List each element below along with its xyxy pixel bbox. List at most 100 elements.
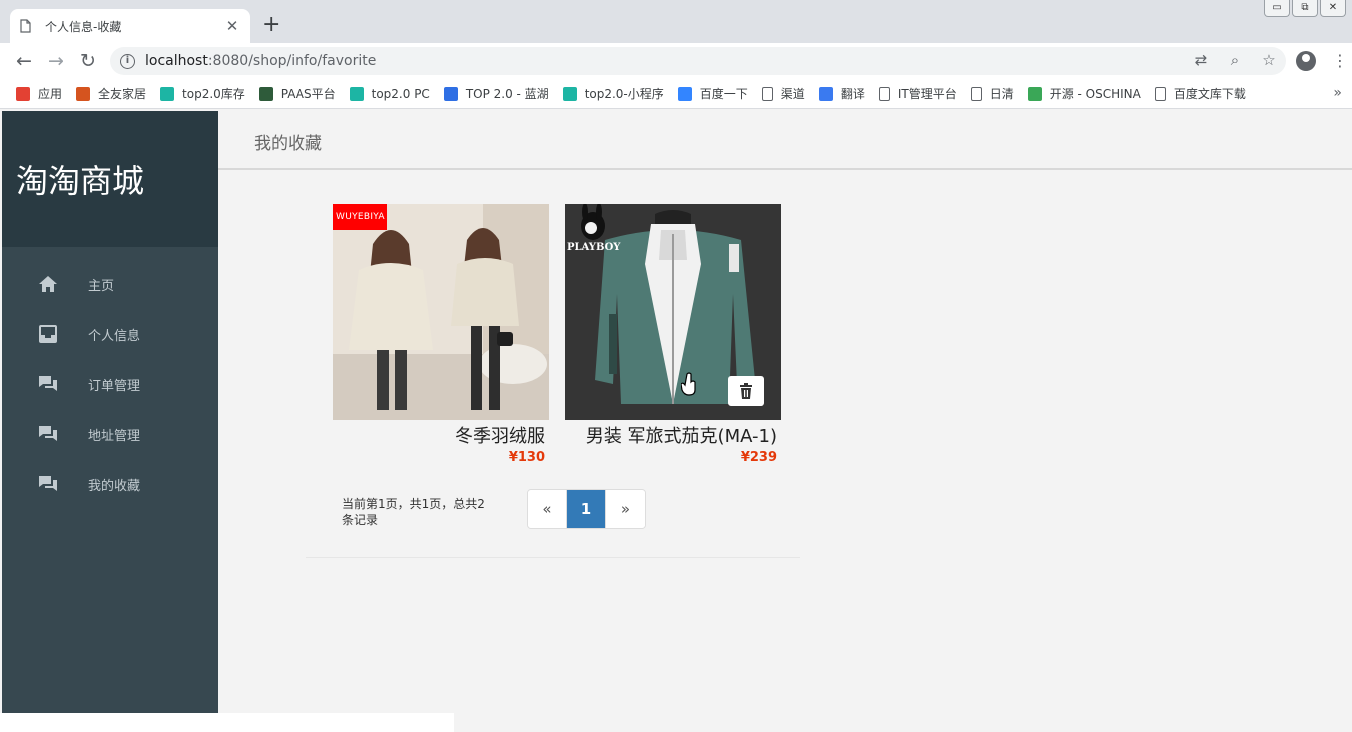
- product-image[interactable]: PLAYBOY: [565, 204, 781, 420]
- page-icon: [1154, 86, 1166, 101]
- star-icon[interactable]: ☆: [1260, 51, 1278, 69]
- bookmark-label: top2.0-小程序: [584, 87, 664, 101]
- minimize-button[interactable]: ▭: [1264, 0, 1290, 17]
- sidebar-menu: 主页 个人信息 订单管理 地址管理 我的收藏: [2, 247, 218, 509]
- bookmark-label: top2.0 PC: [371, 86, 430, 101]
- sidebar-item-home[interactable]: 主页: [2, 259, 218, 309]
- quanyou-icon: [76, 86, 91, 101]
- bookmarks-bar: 应用 全友家居 top2.0库存 PAAS平台 top2.0 PC TOP 2.0 - 蓝…: [0, 79, 1352, 109]
- sidebar-item-label: 地址管理: [88, 428, 141, 444]
- bookmark-item[interactable]: 全友家居: [76, 85, 146, 102]
- chat-icon: [39, 376, 57, 391]
- product-name[interactable]: 冬季羽绒服: [333, 422, 549, 448]
- baidu-icon: [677, 86, 692, 101]
- page-icon: [761, 86, 773, 101]
- page-title: 我的收藏: [254, 134, 322, 154]
- sidebar-item-orders[interactable]: 订单管理: [2, 359, 218, 409]
- paas-icon: [258, 86, 273, 101]
- bookmark-label: PAAS平台: [280, 87, 336, 101]
- delete-favorite-button[interactable]: [728, 376, 764, 406]
- bookmark-item[interactable]: 应用: [16, 85, 62, 102]
- sidebar-item-favorites[interactable]: 我的收藏: [2, 459, 218, 509]
- bookmark-label: IT管理平台: [897, 87, 957, 101]
- bookmark-item[interactable]: 渠道: [761, 85, 805, 102]
- bookmark-label: top2.0库存: [182, 87, 245, 101]
- zoom-icon[interactable]: ⌕: [1226, 51, 1244, 69]
- bookmark-label: 百度文库下载: [1173, 87, 1246, 101]
- close-window-button[interactable]: ✕: [1320, 0, 1346, 17]
- page-icon: [878, 86, 890, 101]
- translate-icon: [818, 86, 833, 101]
- bookmark-label: 全友家居: [98, 87, 147, 101]
- info-icon[interactable]: i: [120, 53, 135, 69]
- page-icon: [20, 19, 31, 33]
- sidebar-item-label: 主页: [88, 278, 115, 294]
- brand: 淘淘商城: [2, 111, 218, 247]
- product-brand-mark: PLAYBOY: [567, 242, 621, 253]
- oschina-icon: [1027, 86, 1042, 101]
- profile-avatar-icon[interactable]: [1296, 51, 1316, 71]
- chat-icon: [39, 476, 57, 491]
- browser-toolbar: ← → ↻ i localhost:8080/shop/info/favorit…: [0, 43, 1352, 79]
- trash-icon: [740, 383, 752, 399]
- content-divider: [306, 557, 800, 558]
- sidebar: 淘淘商城 主页 个人信息 订单管理 地址管理 我的收藏: [2, 111, 218, 713]
- product-card[interactable]: WUYEBIYA 冬季羽绒服 ¥130: [333, 204, 549, 465]
- apps-icon: [16, 86, 30, 101]
- url-host: localhost: [145, 53, 208, 69]
- browser-tab[interactable]: 个人信息-收藏 ✕: [10, 9, 250, 43]
- address-bar[interactable]: i localhost:8080/shop/info/favorite ⇄ ⌕ …: [110, 47, 1286, 75]
- lanhu-icon: [443, 86, 458, 101]
- sidebar-item-label: 订单管理: [88, 378, 141, 394]
- url-path: :8080/shop/info/favorite: [207, 53, 377, 69]
- bookmark-item[interactable]: IT管理平台: [878, 85, 957, 102]
- pagination-next[interactable]: »: [606, 490, 645, 528]
- bookmark-item[interactable]: top2.0-小程序: [562, 85, 664, 102]
- bookmark-item[interactable]: 日清: [970, 85, 1014, 102]
- bookmark-item[interactable]: 开源 - OSCHINA: [1027, 85, 1141, 102]
- product-badge: WUYEBIYA: [336, 212, 385, 222]
- new-tab-button[interactable]: +: [262, 13, 280, 37]
- tab-close-icon[interactable]: ✕: [224, 17, 240, 35]
- back-arrow-icon[interactable]: ←: [14, 51, 34, 71]
- bookmark-item[interactable]: 百度一下: [677, 85, 748, 102]
- bookmark-label: 开源 - OSCHINA: [1049, 87, 1141, 101]
- top-icon: [562, 86, 577, 101]
- bookmark-item[interactable]: top2.0 PC: [349, 86, 430, 101]
- address-bar-actions: ⇄ ⌕ ☆: [1192, 51, 1278, 69]
- bookmark-item[interactable]: TOP 2.0 - 蓝湖: [443, 85, 549, 102]
- chat-icon: [39, 426, 57, 441]
- product-card[interactable]: PLAYBOY 男装 军旅式茄克(MA-1) ¥239: [565, 204, 781, 465]
- favorites-content: WUYEBIYA 冬季羽绒服 ¥130 PLAYBOY 男装 军旅式茄克(MA-…: [218, 172, 1352, 732]
- bookmark-item[interactable]: PAAS平台: [258, 85, 336, 102]
- brand-title: 淘淘商城: [16, 162, 145, 200]
- inbox-icon: [39, 325, 57, 343]
- bookmark-label: 日清: [989, 87, 1014, 101]
- bookmarks-more-button[interactable]: »: [1333, 85, 1342, 101]
- product-image[interactable]: WUYEBIYA: [333, 204, 549, 420]
- bookmark-item[interactable]: 百度文库下载: [1154, 85, 1246, 102]
- pagination-prev[interactable]: «: [528, 490, 567, 528]
- browser-menu-icon[interactable]: ⋮: [1332, 51, 1348, 71]
- browser-tabstrip: 个人信息-收藏 ✕ + ▭ ⧉ ✕: [0, 0, 1352, 43]
- bookmark-item[interactable]: top2.0库存: [160, 85, 245, 102]
- sidebar-item-address[interactable]: 地址管理: [2, 409, 218, 459]
- restore-button[interactable]: ⧉: [1292, 0, 1318, 17]
- bookmark-item[interactable]: 翻译: [818, 85, 865, 102]
- translate-icon[interactable]: ⇄: [1192, 51, 1210, 69]
- hand-cursor-icon: [681, 372, 696, 396]
- sidebar-item-profile[interactable]: 个人信息: [2, 309, 218, 359]
- sidebar-item-label: 个人信息: [88, 328, 141, 344]
- pagination-page-1[interactable]: 1: [567, 490, 606, 528]
- forward-arrow-icon[interactable]: →: [46, 51, 66, 71]
- product-price: ¥130: [508, 450, 545, 465]
- pagination-info: 当前第1页，共1页，总共2条记录: [342, 497, 485, 527]
- bookmark-label: 渠道: [780, 87, 805, 101]
- page-icon: [970, 86, 982, 101]
- home-icon: [39, 276, 57, 292]
- top-icon: [160, 86, 175, 101]
- reload-icon[interactable]: ↻: [78, 51, 98, 71]
- bottom-strip: [0, 713, 454, 732]
- product-name[interactable]: 男装 军旅式茄克(MA-1): [565, 422, 781, 448]
- product-price: ¥239: [740, 450, 777, 465]
